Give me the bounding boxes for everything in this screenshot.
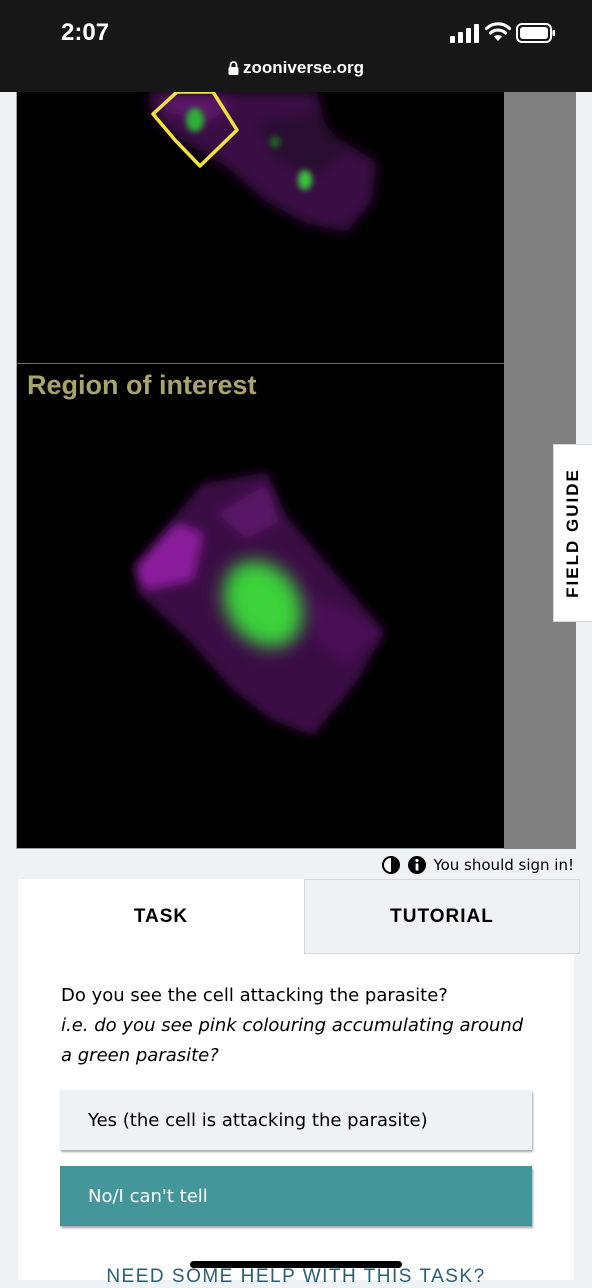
meta-row: You should sign in! — [381, 853, 574, 877]
url-text: zooniverse.org — [243, 58, 364, 77]
region-of-interest-image — [135, 472, 385, 736]
help-link[interactable]: NEED SOME HELP WITH THIS TASK? — [18, 1266, 574, 1288]
info-icon[interactable] — [407, 855, 427, 875]
subject-image[interactable]: Region of interest — [16, 92, 504, 849]
clock: 2:07 — [61, 19, 110, 46]
cellular-signal-icon — [450, 24, 479, 43]
answer-yes-label: Yes (the cell is attacking the parasite) — [88, 1109, 428, 1131]
contrast-icon[interactable] — [381, 855, 401, 875]
question-hint: i.e. do you see pink colouring accumulat… — [61, 1015, 524, 1066]
subject-viewer[interactable]: Region of interest — [16, 92, 576, 849]
lock-icon — [228, 61, 239, 75]
task-question: Do you see the cell attacking the parasi… — [61, 981, 531, 1071]
answer-yes-button[interactable]: Yes (the cell is attacking the parasite) — [60, 1090, 532, 1150]
answer-no-label: No/I can't tell — [88, 1185, 208, 1207]
region-of-interest-label: Region of interest — [27, 370, 257, 400]
wifi-icon — [484, 22, 512, 41]
field-guide-label: FIELD GUIDE — [563, 468, 582, 598]
tab-task[interactable]: TASK — [18, 879, 304, 954]
question-text: Do you see the cell attacking the parasi… — [61, 985, 448, 1006]
field-guide-tab[interactable]: FIELD GUIDE — [553, 444, 592, 622]
task-panel: TASK TUTORIAL Do you see the cell attack… — [18, 879, 580, 1287]
sign-in-prompt[interactable]: You should sign in! — [433, 856, 574, 874]
answer-no-button[interactable]: No/I can't tell — [60, 1166, 532, 1226]
battery-icon — [516, 23, 555, 43]
tab-tutorial[interactable]: TUTORIAL — [304, 879, 580, 954]
overview-image — [147, 92, 377, 232]
home-indicator[interactable] — [190, 1261, 402, 1268]
address-bar[interactable]: zooniverse.org — [0, 58, 592, 78]
status-bar: 2:07 zooniverse.org — [0, 0, 592, 92]
